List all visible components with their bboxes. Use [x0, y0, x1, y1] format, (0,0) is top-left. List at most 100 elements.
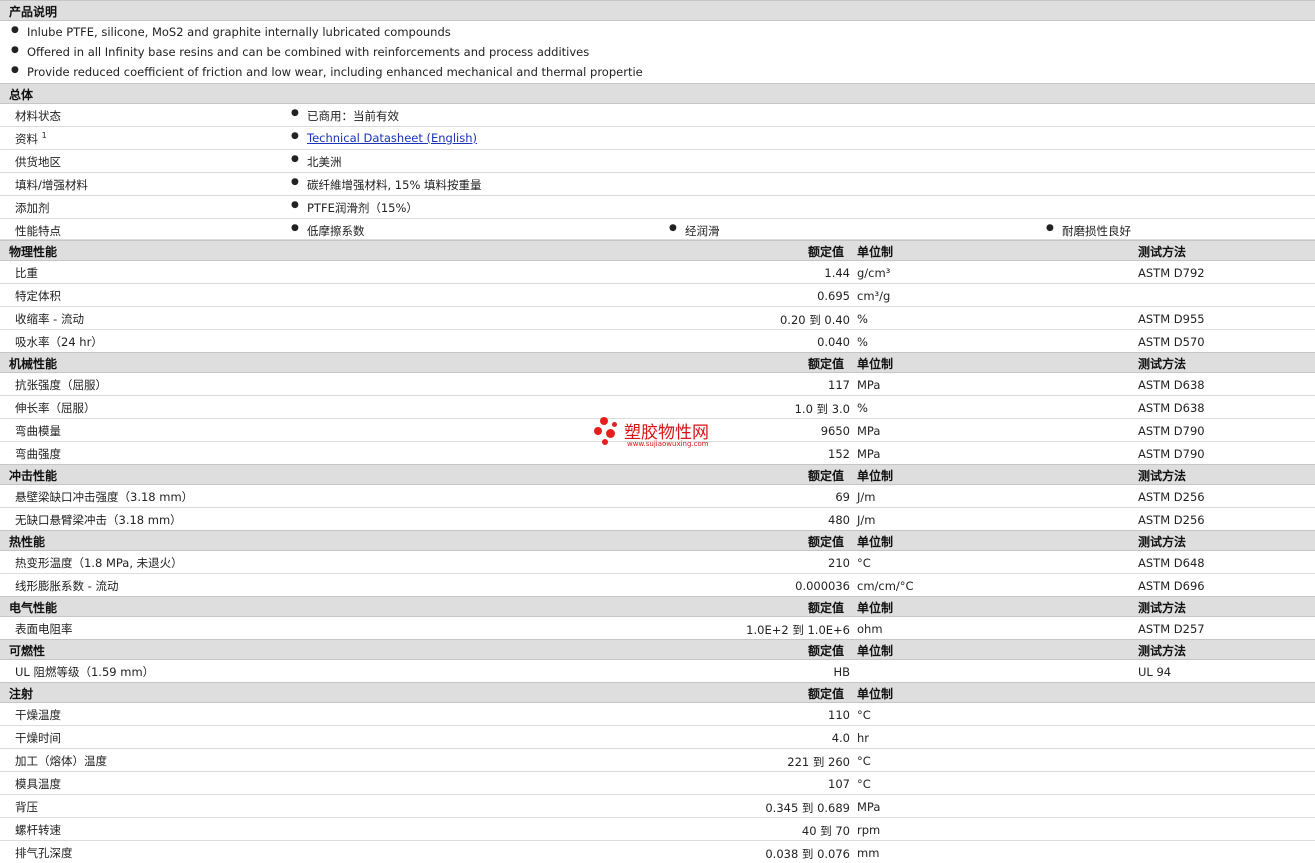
bullet-icon: [291, 108, 299, 118]
property-value: 0.695: [817, 289, 850, 303]
general-row-filler: 填料/增强材料 碳纤維增强材料, 15% 填料按重量: [0, 173, 1315, 196]
property-value: 107: [828, 777, 850, 791]
row-value: 北美洲: [307, 155, 342, 169]
property-name: 加工（熔体）温度: [15, 754, 107, 768]
unit-column-header: 单位制: [857, 357, 894, 371]
property-name: 弯曲模量: [15, 424, 61, 438]
property-row: 悬壁梁缺口冲击强度（3.18 mm） 69 J/m ASTM D256: [0, 485, 1315, 508]
description-header: 产品说明: [0, 0, 1315, 21]
property-unit: °C: [857, 754, 871, 768]
watermark: 塑胶物性网 www.sujiaowuxing.com: [594, 414, 734, 454]
property-name: 模具温度: [15, 777, 61, 791]
test-method: ASTM D955: [1138, 312, 1205, 326]
feature-item: 低摩擦系数: [307, 224, 365, 238]
unit-column-header: 单位制: [857, 601, 894, 615]
property-name: 热变形温度（1.8 MPa, 未退火）: [15, 556, 183, 570]
property-value: 9650: [820, 424, 850, 438]
method-column-header: 测试方法: [1138, 644, 1187, 658]
property-value: 0.038 到 0.076: [765, 847, 850, 861]
test-method: ASTM D790: [1138, 447, 1205, 461]
datasheet-link[interactable]: Technical Datasheet (English): [307, 131, 477, 145]
test-method: ASTM D792: [1138, 266, 1205, 280]
section-title: 冲击性能: [9, 469, 58, 483]
bullet-icon: [291, 200, 299, 210]
property-row: 吸水率（24 hr） 0.040 % ASTM D570: [0, 330, 1315, 353]
method-column-header: 测试方法: [1138, 601, 1187, 615]
property-row: 线形膨胀系数 - 流动 0.000036 cm/cm/°C ASTM D696: [0, 574, 1315, 597]
property-value: 69: [835, 490, 850, 504]
description-item: Provide reduced coefficient of friction …: [0, 61, 1315, 81]
test-method: ASTM D638: [1138, 401, 1205, 415]
property-value: 117: [828, 378, 850, 392]
test-method: ASTM D638: [1138, 378, 1205, 392]
property-name: 弯曲强度: [15, 447, 61, 461]
property-unit: cm/cm/°C: [857, 579, 914, 593]
row-value: 已商用：当前有效: [307, 109, 399, 123]
property-value: 152: [828, 447, 850, 461]
property-row: 比重 1.44 g/cm³ ASTM D792: [0, 261, 1315, 284]
bullet-icon: [11, 45, 19, 55]
property-unit: rpm: [857, 823, 881, 837]
property-unit: mm: [857, 846, 880, 860]
property-name: 干燥温度: [15, 708, 61, 722]
section-title: 机械性能: [9, 357, 58, 371]
rated-column-header: 额定值: [808, 687, 845, 701]
property-name: 排气孔深度: [15, 846, 73, 860]
property-value: 221 到 260: [787, 755, 850, 769]
property-value: 4.0: [831, 731, 850, 745]
description-item: Inlube PTFE, silicone, MoS2 and graphite…: [0, 21, 1315, 41]
method-column-header: 测试方法: [1138, 469, 1187, 483]
rated-column-header: 额定值: [808, 644, 845, 658]
property-value: 1.44: [824, 266, 850, 280]
general-row-status: 材料状态 已商用：当前有效: [0, 104, 1315, 127]
property-row: 背压 0.345 到 0.689 MPa: [0, 795, 1315, 818]
property-name: 伸长率（屈服）: [15, 401, 96, 415]
property-value: 210: [828, 556, 850, 570]
description-text: Provide reduced coefficient of friction …: [27, 65, 643, 79]
general-header: 总体: [0, 83, 1315, 104]
property-unit: °C: [857, 708, 871, 722]
test-method: ASTM D648: [1138, 556, 1205, 570]
bullet-icon: [11, 65, 19, 75]
bullet-icon: [11, 25, 19, 35]
property-row: 干燥时间 4.0 hr: [0, 726, 1315, 749]
row-label: 材料状态: [15, 109, 61, 123]
property-row: 抗张强度（屈服） 117 MPa ASTM D638: [0, 373, 1315, 396]
property-name: 悬壁梁缺口冲击强度（3.18 mm）: [15, 490, 194, 504]
section-title: 物理性能: [9, 245, 58, 259]
property-unit: °C: [857, 556, 871, 570]
section-title: 热性能: [9, 535, 46, 549]
property-value: 1.0E+2 到 1.0E+6: [746, 623, 850, 637]
flammability-header: 可燃性 额定值 单位制 测试方法: [0, 639, 1315, 660]
rated-column-header: 额定值: [808, 601, 845, 615]
footnote-marker: 1: [41, 131, 47, 141]
method-column-header: 测试方法: [1138, 245, 1187, 259]
bullet-icon: [291, 177, 299, 187]
property-row: 加工（熔体）温度 221 到 260 °C: [0, 749, 1315, 772]
general-row-region: 供货地区 北美洲: [0, 150, 1315, 173]
property-unit: J/m: [857, 490, 876, 504]
property-value: 480: [828, 513, 850, 527]
property-name: 无缺口悬臂梁冲击（3.18 mm）: [15, 513, 182, 527]
property-unit: g/cm³: [857, 266, 891, 280]
general-row-features: 性能特点 低摩擦系数 经润滑 耐磨损性良好: [0, 219, 1315, 240]
test-method: ASTM D257: [1138, 622, 1205, 636]
property-row: 收缩率 - 流动 0.20 到 0.40 % ASTM D955: [0, 307, 1315, 330]
row-label: 填料/增强材料: [15, 178, 88, 192]
bullet-icon: [1046, 223, 1054, 233]
test-method: UL 94: [1138, 665, 1172, 679]
property-value: 0.040: [817, 335, 850, 349]
section-title: 注射: [9, 687, 34, 701]
general-row-document: 资料 1 Technical Datasheet (English): [0, 127, 1315, 150]
property-value: HB: [833, 665, 850, 679]
feature-item: 耐磨损性良好: [1062, 224, 1131, 238]
rated-column-header: 额定值: [808, 357, 845, 371]
injection-header: 注射 额定值 单位制: [0, 682, 1315, 703]
property-value: 40 到 70: [801, 824, 850, 838]
general-title: 总体: [9, 88, 34, 102]
property-row: 干燥温度 110 °C: [0, 703, 1315, 726]
physical-header: 物理性能 额定值 单位制 测试方法: [0, 240, 1315, 261]
bullet-icon: [291, 223, 299, 233]
section-title: 电气性能: [9, 601, 58, 615]
mechanical-header: 机械性能 额定值 单位制 测试方法: [0, 352, 1315, 373]
